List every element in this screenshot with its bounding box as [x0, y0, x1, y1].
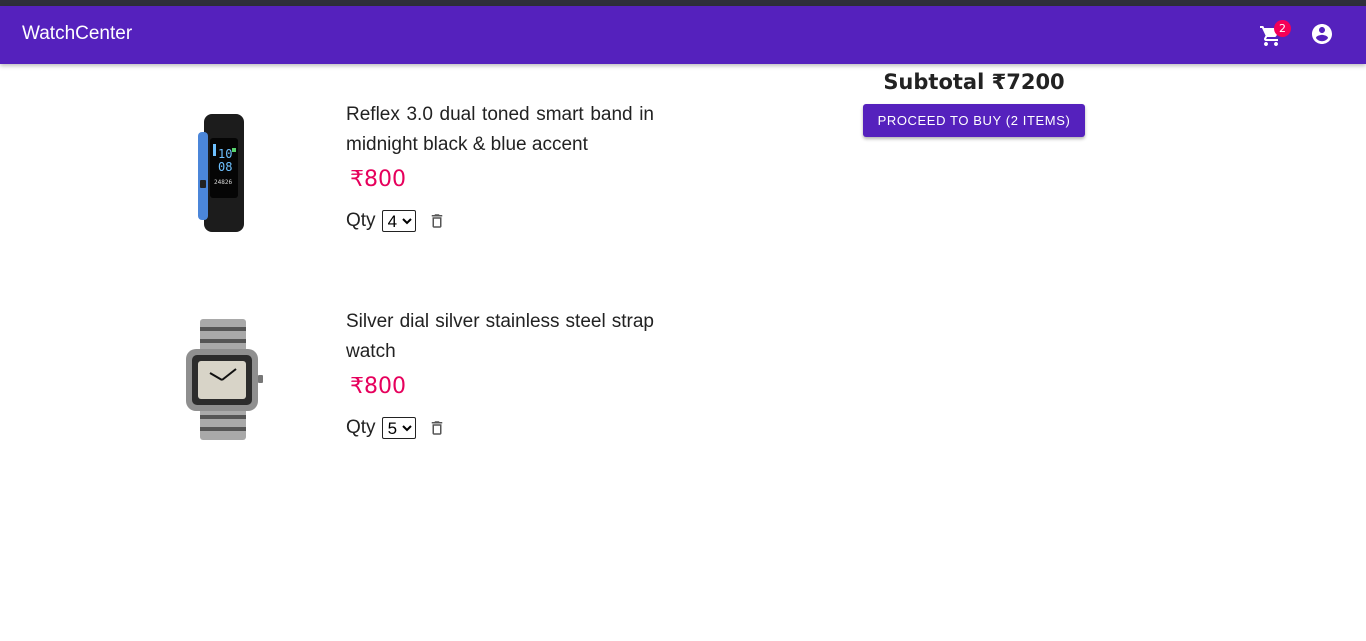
- delete-item-button[interactable]: [426, 209, 448, 233]
- item-price: ₹800: [350, 167, 406, 192]
- quantity-select[interactable]: 5: [381, 417, 416, 439]
- svg-text:24826: 24826: [214, 179, 232, 186]
- quantity-row: Qty 4: [346, 209, 448, 233]
- trash-icon: [431, 421, 442, 435]
- cart-item: Silver dial silver stainless steel strap…: [0, 307, 700, 487]
- cart-count-badge: 2: [1274, 20, 1291, 37]
- qty-label: Qty: [346, 210, 376, 231]
- qty-label: Qty: [346, 417, 376, 438]
- steel-watch-image: [186, 319, 263, 440]
- trash-icon: [431, 214, 442, 228]
- cart-item: 10 08 24826 Reflex 3.0 dual toned smart …: [0, 100, 700, 280]
- account-button[interactable]: [1310, 22, 1336, 48]
- svg-text:10: 10: [218, 147, 232, 161]
- app-title[interactable]: WatchCenter: [22, 23, 132, 45]
- proceed-to-buy-button[interactable]: PROCEED TO BUY (2 ITEMS): [863, 104, 1085, 137]
- quantity-row: Qty 5: [346, 416, 448, 440]
- app-bar: WatchCenter 2: [0, 6, 1366, 64]
- item-price: ₹800: [350, 374, 406, 399]
- item-title[interactable]: Reflex 3.0 dual toned smart band in midn…: [346, 100, 654, 160]
- svg-text:08: 08: [218, 160, 232, 174]
- subtotal-text: Subtotal ₹7200: [883, 70, 1065, 94]
- item-title[interactable]: Silver dial silver stainless steel strap…: [346, 307, 654, 367]
- cart-button[interactable]: 2: [1256, 18, 1291, 52]
- delete-item-button[interactable]: [426, 416, 448, 440]
- quantity-select[interactable]: 4: [381, 210, 416, 232]
- account-circle-icon: [1312, 24, 1332, 44]
- smart-band-image: 10 08 24826: [198, 114, 244, 232]
